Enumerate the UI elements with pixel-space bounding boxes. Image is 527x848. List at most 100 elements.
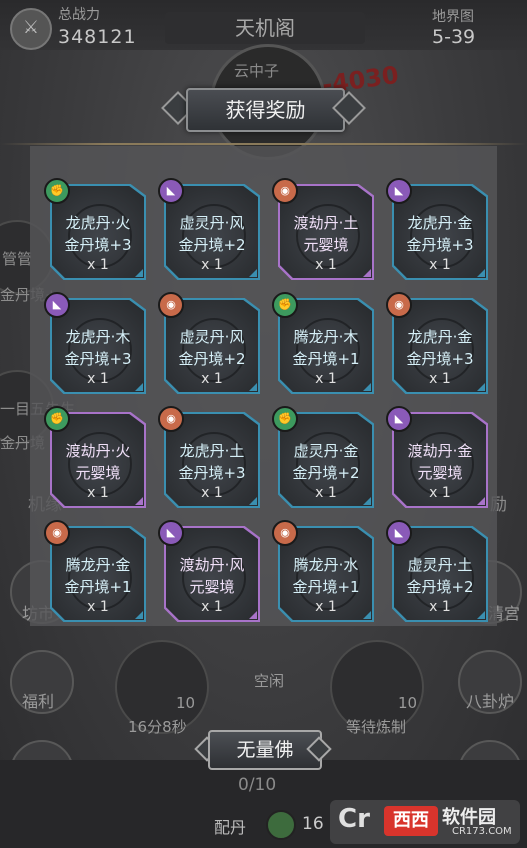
reward-card[interactable]: ◣ 虚灵丹·风金丹境+2 x 1 [158, 178, 260, 280]
reward-quantity: x 1 [429, 257, 451, 273]
scene-title: 天机阁 [165, 12, 365, 44]
reward-realm: 金丹境+1 [292, 578, 360, 596]
battle-power-icon: ⚔ [10, 8, 52, 50]
head-icon: ◉ [158, 406, 184, 432]
reward-card[interactable]: ✊ 虚灵丹·金金丹境+2 x 1 [272, 406, 374, 508]
reward-name: 虚灵丹·土 [407, 556, 473, 574]
reward-quantity: x 1 [315, 485, 337, 501]
reward-realm: 金丹境+2 [406, 578, 474, 596]
reward-card[interactable]: ◉ 虚灵丹·风金丹境+2 x 1 [158, 292, 260, 394]
reward-quantity: x 1 [315, 599, 337, 615]
modal-header-divider [0, 143, 527, 145]
foot-icon: ◣ [386, 520, 412, 546]
foot-icon: ◣ [386, 406, 412, 432]
reward-name: 虚灵丹·风 [179, 328, 245, 346]
reward-card[interactable]: ◣ 渡劫丹·金 元婴境 x 1 [386, 406, 488, 508]
arm-icon: ✊ [272, 292, 298, 318]
reward-name: 腾龙丹·金 [65, 556, 131, 574]
stage-label: 地界图 [432, 9, 474, 25]
head-icon: ◉ [386, 292, 412, 318]
reward-realm: 金丹境+3 [64, 236, 132, 254]
reward-name: 腾龙丹·水 [293, 556, 359, 574]
title-badge: 获得奖励 [186, 88, 345, 132]
reward-card[interactable]: ◣ 虚灵丹·土金丹境+2 x 1 [386, 520, 488, 622]
reward-quantity: x 1 [315, 257, 337, 273]
reward-card[interactable]: ✊ 腾龙丹·木 金丹境+1 x 1 [272, 292, 374, 394]
reward-realm: 元婴境 [189, 578, 235, 596]
reward-name: 渡劫丹·火 [65, 442, 131, 460]
pill-gem-icon [266, 810, 296, 840]
reward-quantity: x 1 [87, 371, 109, 387]
furnace-left-level: 10 [176, 694, 196, 712]
foot-icon: ◣ [44, 292, 70, 318]
reward-card[interactable]: ◉ 龙虎丹·金 金丹境+3 x 1 [386, 292, 488, 394]
reward-quantity: x 1 [429, 485, 451, 501]
reward-name: 渡劫丹·土 [293, 214, 359, 232]
pill-count: 16 [302, 814, 324, 834]
stage-value: 5-39 [432, 26, 476, 48]
reward-realm: 金丹境+3 [406, 236, 474, 254]
reward-name: 渡劫丹·金 [407, 442, 473, 460]
reward-card[interactable]: ◉ 腾龙丹·水金丹境+1 x 1 [272, 520, 374, 622]
reward-realm: 金丹境+2 [178, 236, 246, 254]
reward-quantity: x 1 [87, 257, 109, 273]
timer-text: 16分8秒 [128, 718, 187, 736]
reward-name: 虚灵丹·金 [293, 442, 359, 460]
reward-name: 龙虎丹·金 [407, 328, 473, 346]
pill-label: 配丹 [214, 818, 247, 837]
foot-icon: ◣ [158, 178, 184, 204]
power-value: 348121 [58, 26, 137, 48]
reward-quantity: x 1 [429, 599, 451, 615]
reward-card[interactable]: ◣ 龙虎丹·金金丹境+3 x 1 [386, 178, 488, 280]
head-icon: ◉ [158, 292, 184, 318]
reward-card[interactable]: ◣ 渡劫丹·风 元婴境 x 1 [158, 520, 260, 622]
idle-status: 空闲 [254, 672, 285, 690]
power-label: 总战力 [58, 7, 100, 23]
reward-title: 获得奖励 [160, 88, 367, 132]
reward-name: 虚灵丹·风 [179, 214, 245, 232]
head-icon: ◉ [272, 520, 298, 546]
reward-name: 龙虎丹·火 [65, 214, 131, 232]
arm-icon: ✊ [44, 406, 70, 432]
foot-icon: ◣ [158, 520, 184, 546]
confirm-button-label: 无量佛 [236, 739, 294, 761]
counter-text: 0/10 [238, 775, 277, 795]
furnace-label: 八卦炉 [466, 692, 515, 711]
reward-quantity: x 1 [87, 599, 109, 615]
reward-realm: 金丹境+1 [64, 578, 132, 596]
top-bar: ⚔ 总战力 348121 天机阁 地界图 5-39 [0, 0, 527, 50]
watermark-red: 西西 [384, 806, 438, 836]
reward-quantity: x 1 [201, 485, 223, 501]
reward-realm: 元婴境 [75, 464, 121, 482]
foot-icon: ◣ [386, 178, 412, 204]
reward-name: 龙虎丹·土 [179, 442, 245, 460]
reward-card[interactable]: ◉ 渡劫丹·土 元婴境 x 1 [272, 178, 374, 280]
arm-icon: ✊ [272, 406, 298, 432]
confirm-button-body[interactable]: 无量佛 [208, 730, 322, 770]
reward-card[interactable]: ✊ 龙虎丹·火金丹境+3 x 1 [44, 178, 146, 280]
reward-quantity: x 1 [87, 485, 109, 501]
reward-card[interactable]: ◉ 腾龙丹·金 金丹境+1 x 1 [44, 520, 146, 622]
waiting-text: 等待炼制 [346, 718, 407, 736]
reward-realm: 金丹境+3 [64, 350, 132, 368]
reward-realm: 金丹境+3 [178, 464, 246, 482]
reward-name: 龙虎丹·木 [65, 328, 131, 346]
reward-card[interactable]: ✊ 渡劫丹·火元婴境 x 1 [44, 406, 146, 508]
reward-realm: 金丹境+2 [292, 464, 360, 482]
reward-quantity: x 1 [315, 371, 337, 387]
arm-icon: ✊ [44, 178, 70, 204]
reward-card[interactable]: ◣ 龙虎丹·木金丹境+3 x 1 [44, 292, 146, 394]
watermark-logo: Cr [338, 804, 370, 834]
confirm-button[interactable]: 无量佛 [194, 730, 332, 770]
head-icon: ◉ [272, 178, 298, 204]
watermark: Cr 西西 软件园 CR173.COM [330, 800, 520, 844]
reward-quantity: x 1 [201, 371, 223, 387]
welfare-label: 福利 [22, 692, 55, 711]
reward-realm: 金丹境+3 [406, 350, 474, 368]
furnace-right-level: 10 [398, 694, 418, 712]
reward-quantity: x 1 [201, 257, 223, 273]
reward-card[interactable]: ◉ 龙虎丹·土金丹境+3 x 1 [158, 406, 260, 508]
reward-name: 龙虎丹·金 [407, 214, 473, 232]
reward-realm: 金丹境+2 [178, 350, 246, 368]
reward-name: 渡劫丹·风 [179, 556, 245, 574]
